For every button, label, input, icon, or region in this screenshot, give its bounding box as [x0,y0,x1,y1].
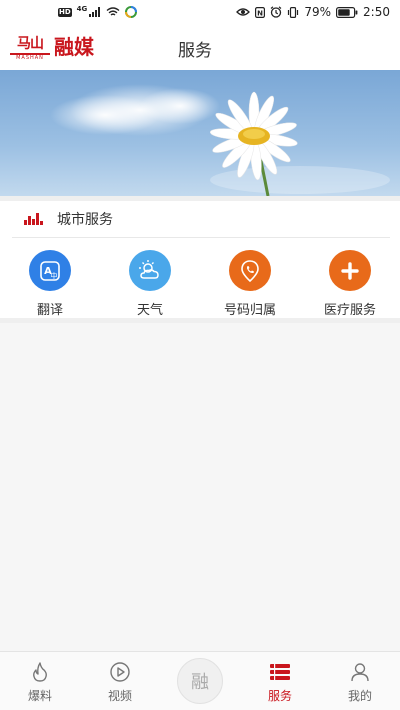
signal-icon [89,7,101,17]
hd-badge: HD [58,7,72,17]
nav-item-mine[interactable]: 我的 [320,652,400,710]
section-rule [12,237,390,238]
service-label: 医疗服务 [323,303,376,318]
nav-item-video[interactable]: 视频 [80,652,160,710]
vibrate-icon [287,6,299,18]
center-rong-label: 融 [191,672,209,693]
service-medical[interactable]: 医疗服务 [300,246,400,318]
nav-item-baoliao[interactable]: 爆料 [0,652,80,710]
bar-chart-icon [24,213,43,225]
app-logo: 马山 MASHAN 融媒 [10,36,94,62]
nav-item-rong[interactable]: 融 [160,652,240,710]
svg-text:中: 中 [51,271,58,280]
wifi-icon [106,7,120,17]
status-left: HD 4G [58,5,138,18]
clock: 2:50 [363,5,390,19]
service-translate[interactable]: A 中 翻译 [0,246,100,318]
service-label: 天气 [136,303,163,318]
page-title: 服务 [178,41,212,61]
service-list-icon [267,660,293,684]
nav-label: 服务 [267,689,292,703]
alarm-icon [270,6,282,18]
logo-mashan-text: 马山 [17,36,44,52]
battery-icon [336,6,358,18]
city-services-header: 城市服务 [0,201,400,237]
nav-label: 视频 [107,689,132,703]
banner-image[interactable] [0,70,400,196]
logo-sub-text: MASHAN [16,55,44,61]
service-phone-location[interactable]: 号码归属 [200,246,300,318]
medical-plus-icon [329,250,371,291]
logo-rongmei-text: 融媒 [54,35,94,59]
play-icon [107,660,133,684]
services-grid: A 中 翻译 天气 号码归属 医疗服务 [0,246,400,318]
weather-icon [129,250,171,291]
section-title: 城市服务 [57,212,113,228]
nav-label: 爆料 [27,689,52,703]
battery-percent: 79% [304,5,332,19]
translate-icon: A 中 [29,250,71,291]
eye-comfort-icon [236,7,251,17]
phone-location-icon [229,250,271,291]
logo-mashan: 马山 MASHAN [10,36,50,61]
network-type: 4G [76,5,88,13]
status-bar: HD 4G N 79% 2:50 [0,0,400,24]
status-right: N 79% 2:50 [236,5,390,19]
app-header: 马山 MASHAN 融媒 服务 [0,24,400,70]
nav-label: 我的 [347,689,372,703]
content-area [0,323,400,651]
flame-icon [27,660,53,684]
person-icon [347,660,373,684]
center-rong-button: 融 [177,658,223,704]
app-notification-icon [125,6,138,18]
bottom-nav: 爆料 视频 融 服务 我的 [0,651,400,710]
service-label: 号码归属 [223,303,276,318]
svg-text:N: N [257,9,263,17]
service-label: 翻译 [36,303,63,318]
service-weather[interactable]: 天气 [100,246,200,318]
nfc-icon: N [255,6,266,18]
nav-item-service[interactable]: 服务 [240,652,320,710]
